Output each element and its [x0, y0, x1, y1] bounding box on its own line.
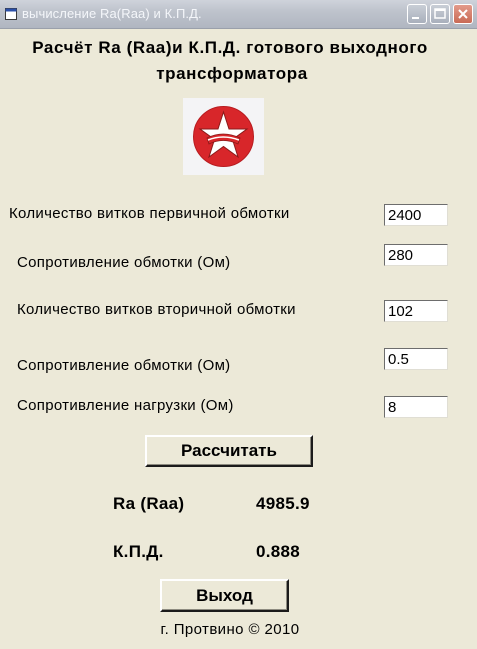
app-window: вычисление Ra(Raa) и К.П.Д. Расчёт Ra (R…	[0, 0, 477, 649]
page-title-line-1: Расчёт Ra (Raa)и К.П.Д. готового выходно…	[32, 38, 428, 57]
minimize-button[interactable]	[407, 4, 427, 24]
close-icon	[458, 9, 468, 19]
page-title-line-2: трансформатора	[156, 64, 308, 83]
ra-value: 4985.9	[256, 494, 310, 513]
secondary-resistance-label: Сопротивление обмотки (Ом)	[17, 357, 231, 374]
primary-turns-input[interactable]	[384, 204, 448, 226]
primary-resistance-input[interactable]	[384, 244, 448, 266]
primary-resistance-label: Сопротивление обмотки (Ом)	[17, 254, 231, 271]
load-resistance-label: Сопротивление нагрузки (Ом)	[17, 397, 234, 414]
title-bar[interactable]: вычисление Ra(Raa) и К.П.Д.	[0, 0, 477, 29]
window-title: вычисление Ra(Raa) и К.П.Д.	[22, 6, 202, 21]
close-button[interactable]	[453, 4, 473, 24]
minimize-icon	[412, 17, 419, 19]
load-resistance-input[interactable]	[384, 396, 448, 418]
secondary-turns-input[interactable]	[384, 300, 448, 322]
efficiency-value: 0.888	[256, 542, 301, 561]
secondary-turns-label: Количество витков вторичной обмотки	[17, 301, 296, 318]
exit-button[interactable]: Выход	[160, 579, 289, 612]
calculate-button[interactable]: Рассчитать	[145, 435, 313, 467]
window-app-icon[interactable]	[5, 7, 17, 20]
footer-copyright: г. Протвино © 2010	[160, 621, 300, 638]
efficiency-label: К.П.Д.	[113, 542, 164, 561]
ra-label: Ra (Raa)	[113, 494, 185, 513]
maximize-icon	[434, 8, 446, 19]
maximize-button[interactable]	[430, 4, 450, 24]
red-star-emblem-icon	[183, 98, 264, 175]
primary-turns-label: Количество витков первичной обмотки	[9, 205, 290, 222]
secondary-resistance-input[interactable]	[384, 348, 448, 370]
